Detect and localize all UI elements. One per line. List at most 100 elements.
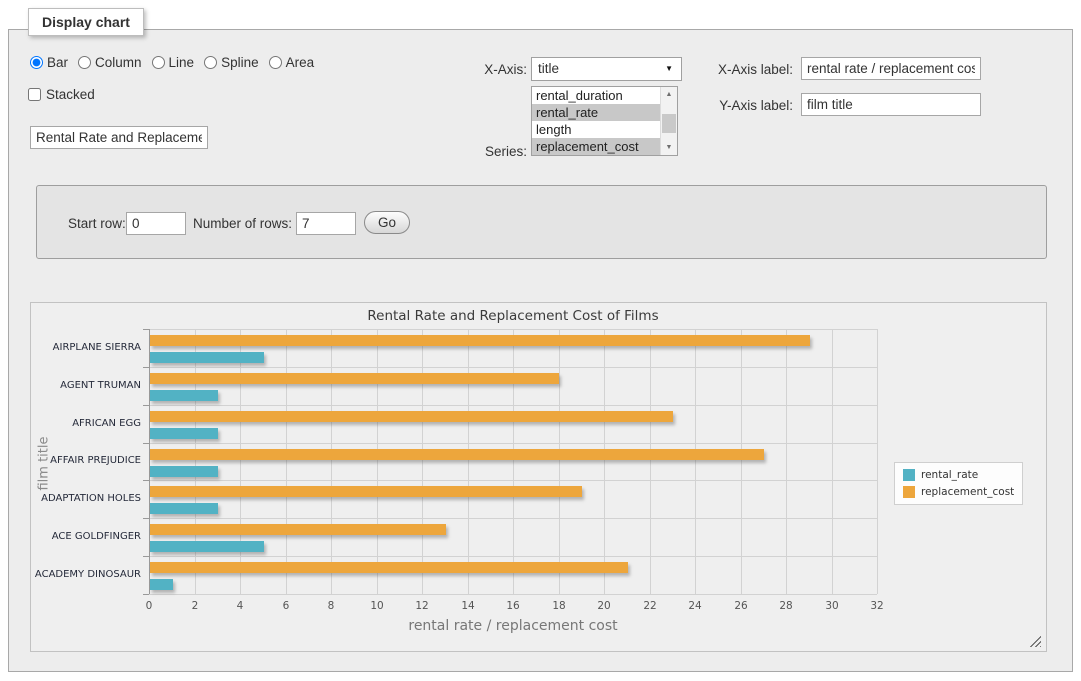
panel-title: Display chart [28,8,144,36]
category-label: AIRPLANE SIERRA [31,342,141,353]
v-gridline [422,329,423,594]
radio-bar[interactable] [30,56,43,69]
series-scrollbar[interactable]: ▲ ▼ [660,87,677,155]
y-axis-tick [143,594,149,595]
page: Display chart Bar Column Line Spline Area St… [0,0,1081,681]
y-axis-label-input[interactable] [801,93,981,116]
category-label: ADAPTATION HOLES [31,493,141,504]
bar-replacement_cost [150,486,582,497]
x-tick-label: 24 [675,600,715,612]
y-axis-tick [143,556,149,557]
chart-type-option-area[interactable]: Area [269,55,315,70]
y-axis-line [149,329,150,594]
bar-replacement_cost [150,562,628,573]
v-gridline [604,329,605,594]
legend-swatch-rental_rate [903,469,915,481]
v-gridline [195,329,196,594]
radio-label: Bar [47,55,68,70]
series-option-length[interactable]: length [532,121,660,138]
radio-label: Spline [221,55,259,70]
number-of-rows-input[interactable] [296,212,356,235]
series-options: rental_durationrental_ratelengthreplacem… [532,87,660,155]
chart-type-radio-group: Bar Column Line Spline Area [30,55,314,70]
series-option-replacement_cost[interactable]: replacement_cost [532,138,660,155]
start-row-input[interactable] [126,212,186,235]
row-range-panel: Start row: Number of rows: Go [36,185,1047,259]
y-axis-tick [143,405,149,406]
v-gridline [468,329,469,594]
legend-swatch-replacement_cost [903,486,915,498]
series-option-rental_duration[interactable]: rental_duration [532,87,660,104]
go-button[interactable]: Go [364,211,410,234]
series-listbox[interactable]: rental_durationrental_ratelengthreplacem… [531,86,678,156]
bar-replacement_cost [150,335,810,346]
category-label: AFRICAN EGG [31,418,141,429]
series-select-label: Series: [429,144,527,159]
x-tick-label: 0 [129,600,169,612]
v-gridline [331,329,332,594]
scrollbar-thumb[interactable] [662,114,676,133]
radio-label: Column [95,55,142,70]
v-gridline [695,329,696,594]
legend-label: rental_rate [921,469,978,481]
x-axis-select[interactable]: title ▼ [531,57,682,81]
chart-title: Rental Rate and Replacement Cost of Film… [149,308,877,324]
x-tick-label: 12 [402,600,442,612]
v-gridline [559,329,560,594]
x-tick-label: 28 [766,600,806,612]
v-gridline [650,329,651,594]
bar-rental_rate [150,352,264,363]
bar-rental_rate [150,579,173,590]
x-tick-label: 18 [539,600,579,612]
chart-type-option-bar[interactable]: Bar [30,55,68,70]
start-row-label: Start row: [68,216,126,231]
radio-area[interactable] [269,56,282,69]
radio-spline[interactable] [204,56,217,69]
scroll-down-icon[interactable]: ▼ [661,140,677,155]
radio-line[interactable] [152,56,165,69]
chart-type-option-line[interactable]: Line [152,55,195,70]
y-axis-tick [143,443,149,444]
display-chart-panel: BarColumnLineSplineArea Stacked X-Axis: … [8,29,1073,672]
x-axis-title: rental rate / replacement cost [149,618,877,634]
stacked-checkbox[interactable] [28,88,41,101]
resize-handle-icon[interactable] [1029,635,1041,647]
category-label: AFFAIR PREJUDICE [31,455,141,466]
stacked-label: Stacked [46,87,95,102]
chart-type-option-column[interactable]: Column [78,55,142,70]
bar-rental_rate [150,466,218,477]
legend-item-replacement_cost: replacement_cost [903,486,1014,498]
v-gridline [513,329,514,594]
x-tick-label: 20 [584,600,624,612]
x-tick-label: 2 [175,600,215,612]
x-tick-label: 26 [721,600,761,612]
x-tick-label: 22 [630,600,670,612]
y-axis-tick [143,329,149,330]
number-of-rows-label: Number of rows: [193,216,292,231]
y-axis-label-label: Y-Axis label: [697,98,793,113]
y-axis-tick [143,518,149,519]
radio-column[interactable] [78,56,91,69]
stacked-option[interactable]: Stacked [28,87,95,102]
series-option-rental_rate[interactable]: rental_rate [532,104,660,121]
x-axis-label-input[interactable] [801,57,981,80]
v-gridline [240,329,241,594]
radio-label: Area [286,55,315,70]
dropdown-arrow-icon: ▼ [665,58,673,80]
panel-title-text: Display chart [42,14,130,30]
v-gridline [786,329,787,594]
v-gridline [877,329,878,594]
h-gridline [149,594,877,595]
v-gridline [741,329,742,594]
scroll-up-icon[interactable]: ▲ [661,87,677,102]
v-gridline [377,329,378,594]
bar-replacement_cost [150,449,764,460]
bar-rental_rate [150,390,218,401]
chart-title-input[interactable] [30,126,208,149]
y-axis-tick [143,367,149,368]
y-axis-tick [143,480,149,481]
chart-type-option-spline[interactable]: Spline [204,55,259,70]
radio-label: Line [169,55,195,70]
bar-replacement_cost [150,373,559,384]
chart-container: Rental Rate and Replacement Cost of Film… [30,302,1047,652]
